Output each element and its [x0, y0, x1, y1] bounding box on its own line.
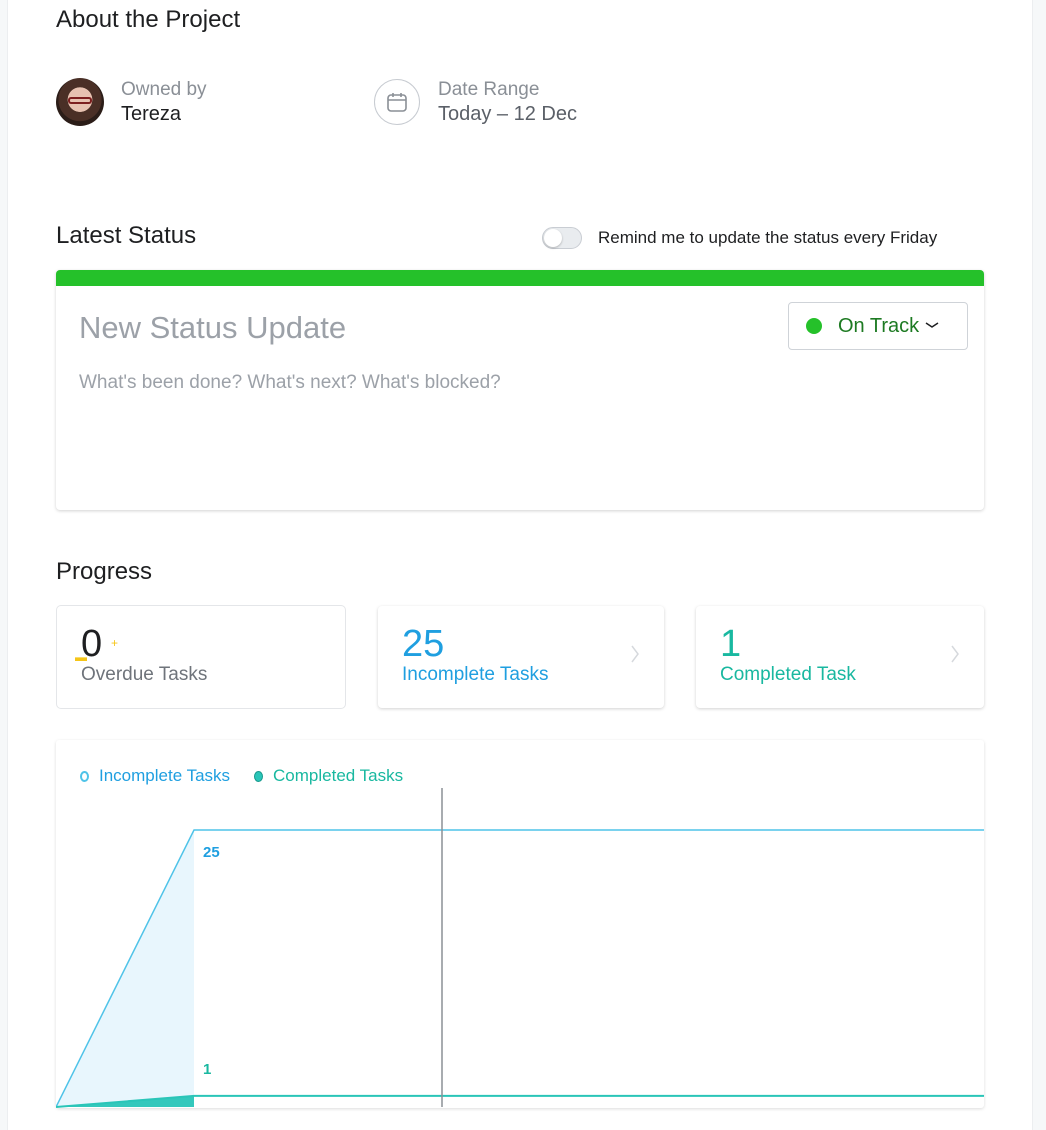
status-reminder: Remind me to update the status every Fri…: [542, 227, 937, 249]
status-title-input[interactable]: New Status Update: [79, 310, 346, 346]
remind-label: Remind me to update the status every Fri…: [598, 228, 938, 247]
incomplete-label: Incomplete Tasks: [402, 664, 549, 685]
date-range-value: Today – 12 Dec: [438, 103, 577, 125]
status-dropdown[interactable]: On Track: [788, 302, 968, 350]
owner-label: Owned by: [121, 79, 207, 100]
completed-label: Completed Task: [720, 664, 856, 685]
chevron-right-icon: [630, 644, 640, 669]
project-owner[interactable]: Owned by Tereza: [56, 78, 207, 126]
completed-tasks-card[interactable]: 1 Completed Task: [696, 606, 984, 708]
series-line-1: [56, 1094, 984, 1108]
avatar[interactable]: [56, 78, 104, 126]
status-color-bar: [56, 270, 984, 286]
status-dropdown-label: On Track: [838, 314, 920, 337]
overdue-label: Overdue Tasks: [81, 664, 208, 685]
overdue-count: 0: [81, 623, 103, 665]
status-update-card: New Status Update What's been done? What…: [56, 270, 984, 510]
incomplete-tasks-card[interactable]: 25 Incomplete Tasks: [378, 606, 664, 708]
chart-plot: 25 1: [56, 788, 984, 1108]
overdue-tasks-card: ▬ + 0 Overdue Tasks: [57, 606, 345, 708]
progress-chart: Incomplete Tasks Completed Tasks 25 1: [56, 740, 984, 1108]
status-dot-icon: [806, 318, 822, 334]
date-range[interactable]: Date Range Today – 12 Dec: [374, 78, 577, 126]
date-range-label: Date Range: [438, 79, 540, 100]
calendar-icon[interactable]: [374, 79, 420, 125]
status-body-input[interactable]: What's been done? What's next? What's bl…: [79, 372, 501, 394]
series-line-0: [56, 829, 984, 1108]
completed-count: 1: [720, 623, 742, 665]
latest-status-heading: Latest Status: [56, 222, 197, 249]
series-value-label: 25: [203, 844, 220, 861]
chevron-down-icon: [925, 317, 939, 335]
chevron-right-icon: [950, 644, 960, 669]
project-overview-panel: About the Project Owned by Tereza Date R…: [8, 0, 1032, 1130]
progress-heading: Progress: [56, 558, 153, 585]
sparkle-icon: +: [111, 636, 119, 650]
remind-toggle[interactable]: [542, 227, 582, 249]
series-value-label: 1: [203, 1061, 211, 1078]
owner-name: Tereza: [121, 103, 182, 125]
incomplete-count: 25: [402, 623, 445, 665]
about-heading: About the Project: [56, 6, 241, 33]
